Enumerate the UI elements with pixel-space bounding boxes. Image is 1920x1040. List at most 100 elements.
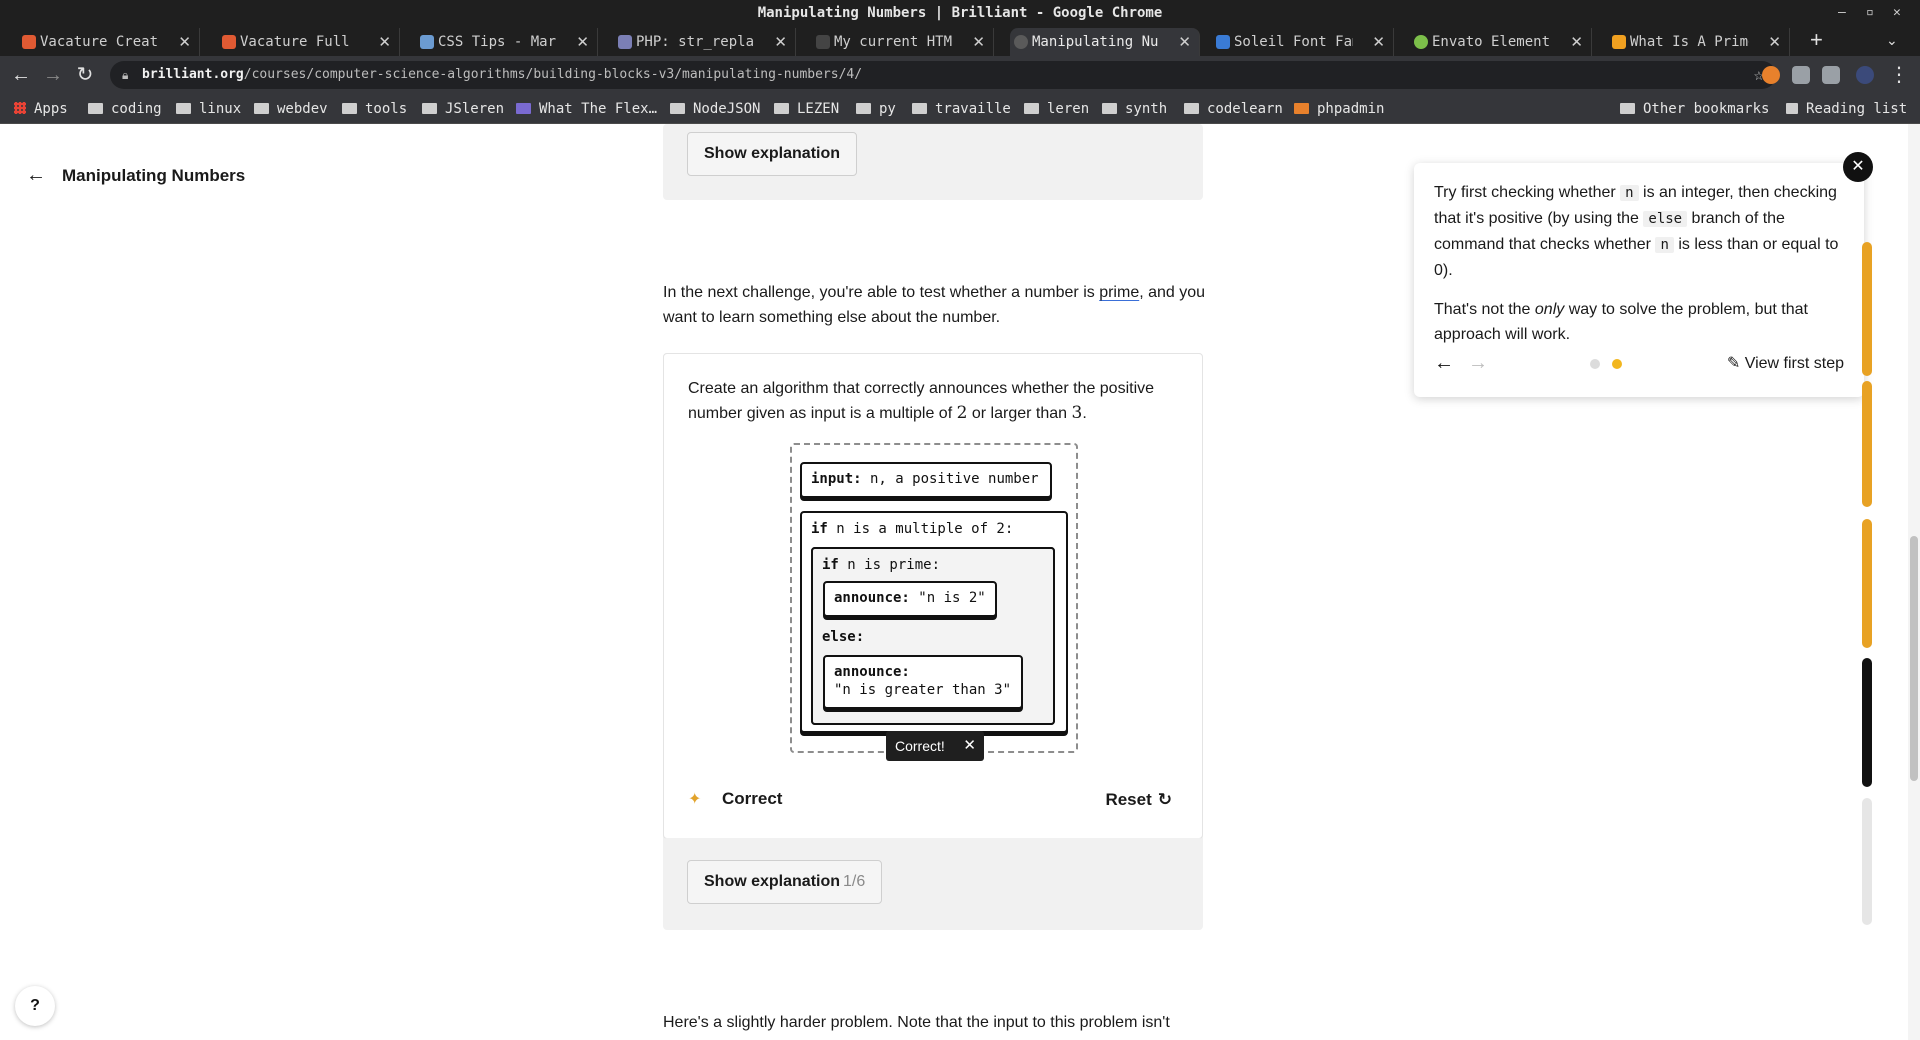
bookmark-synth[interactable]: synth bbox=[1102, 94, 1167, 124]
tab-label: Envato Elements: bbox=[1432, 34, 1551, 50]
address-bar[interactable]: 🔒︎ brilliant.org/courses/computer-scienc… bbox=[110, 61, 1776, 89]
folder-icon bbox=[422, 103, 437, 114]
minimize-button[interactable]: – bbox=[1838, 0, 1846, 26]
reset-button[interactable]: Reset ↻ bbox=[1105, 790, 1172, 810]
view-first-step-button[interactable]: ✎ View first step bbox=[1727, 351, 1844, 376]
reload-icon[interactable]: ↻ bbox=[72, 62, 98, 88]
hint-popover: Try first checking whether n is an integ… bbox=[1414, 163, 1864, 397]
back-arrow-icon[interactable]: ← bbox=[8, 62, 34, 88]
bookmark-label: Reading list bbox=[1806, 101, 1908, 117]
help-button[interactable]: ? bbox=[15, 986, 55, 1026]
tab-close-icon[interactable]: ✕ bbox=[576, 28, 589, 56]
announce-greater-than-3-block[interactable]: announce: "n is greater than 3" bbox=[823, 655, 1023, 709]
tab-manipulating-numbers[interactable]: Manipulating Numb ✕ bbox=[1010, 28, 1200, 56]
toast-close-icon[interactable]: ✕ bbox=[963, 731, 976, 761]
next-hint-arrow-icon[interactable]: → bbox=[1468, 351, 1488, 376]
progress-segment-2[interactable] bbox=[1862, 381, 1872, 507]
tab-vacature-creatie[interactable]: Vacature Creatie ✕ bbox=[18, 28, 200, 56]
chrome-menu-icon[interactable]: ⋮ bbox=[1886, 62, 1912, 88]
close-hint-button[interactable]: ✕ bbox=[1843, 152, 1873, 182]
input-block[interactable]: input: n, a positive number bbox=[800, 462, 1052, 498]
bookmark-codelearn[interactable]: codelearn bbox=[1184, 94, 1283, 124]
bookmark-what-the-flex[interactable]: What The Flex… bbox=[516, 94, 657, 124]
bookmark-travaille[interactable]: travaille bbox=[912, 94, 1011, 124]
close-window-button[interactable]: ✕ bbox=[1893, 0, 1901, 26]
bookmark-tools[interactable]: tools bbox=[342, 94, 407, 124]
bookmark-leren[interactable]: leren bbox=[1024, 94, 1089, 124]
new-tab-button[interactable]: + bbox=[1810, 28, 1823, 52]
bookmarks-bar: Apps coding linux webdev tools JSleren W… bbox=[0, 94, 1920, 124]
progress-segment-1[interactable] bbox=[1862, 242, 1872, 376]
hint-text: That's not the bbox=[1434, 301, 1535, 318]
tab-close-icon[interactable]: ✕ bbox=[178, 28, 191, 56]
previous-hint-arrow-icon[interactable]: ← bbox=[1434, 351, 1454, 376]
problem-text: . bbox=[1082, 405, 1087, 422]
profile-avatar[interactable] bbox=[1856, 66, 1874, 84]
problem-body: Create an algorithm that correctly annou… bbox=[663, 353, 1203, 839]
block-text: n, a positive number bbox=[861, 471, 1039, 487]
extension-icon[interactable] bbox=[1762, 66, 1780, 84]
tab-close-icon[interactable]: ✕ bbox=[378, 28, 391, 56]
math-number: 2 bbox=[956, 403, 968, 423]
show-explanation-button[interactable]: Show explanation bbox=[687, 132, 858, 176]
progress-segment-current[interactable] bbox=[1862, 658, 1872, 787]
folder-icon bbox=[254, 103, 269, 114]
scrollbar-thumb[interactable] bbox=[1910, 536, 1918, 781]
bookmark-linux[interactable]: linux bbox=[176, 94, 241, 124]
code-else: else bbox=[1643, 211, 1688, 227]
tab-close-icon[interactable]: ✕ bbox=[1570, 28, 1583, 56]
tab-php-str-replace[interactable]: PHP: str_replace ✕ bbox=[614, 28, 796, 56]
tab-what-is-a-prime[interactable]: What Is A Prime ✕ bbox=[1608, 28, 1790, 56]
block-keyword: announce: bbox=[834, 590, 910, 606]
tab-envato-elements[interactable]: Envato Elements: ✕ bbox=[1410, 28, 1592, 56]
tab-close-icon[interactable]: ✕ bbox=[1178, 28, 1191, 56]
if-multiple-of-2-block[interactable]: if n is a multiple of 2: if n is prime: … bbox=[800, 511, 1068, 733]
reading-list[interactable]: Reading list bbox=[1786, 94, 1907, 124]
bookmark-apps[interactable]: Apps bbox=[14, 94, 68, 124]
tab-label: Manipulating Numb bbox=[1032, 34, 1159, 50]
maximize-button[interactable]: ▫ bbox=[1866, 0, 1874, 26]
tab-close-icon[interactable]: ✕ bbox=[972, 28, 985, 56]
window-title-bar: Manipulating Numbers | Brilliant - Googl… bbox=[0, 0, 1920, 26]
hint-dot-1[interactable] bbox=[1590, 359, 1600, 369]
bookmark-webdev[interactable]: webdev bbox=[254, 94, 328, 124]
bookmark-label: JSleren bbox=[445, 101, 505, 117]
bookmark-label: synth bbox=[1125, 101, 1168, 117]
bookmark-phpadmin[interactable]: phpadmin bbox=[1294, 94, 1384, 124]
else-label: else: bbox=[822, 629, 865, 645]
page-scrollbar[interactable] bbox=[1908, 124, 1920, 1040]
forward-arrow-icon[interactable]: → bbox=[40, 62, 66, 88]
tab-vacature-full-stack[interactable]: Vacature Full sta ✕ bbox=[218, 28, 400, 56]
course-back-link[interactable]: ← Manipulating Numbers bbox=[26, 164, 245, 187]
tab-label: My current HTML bbox=[834, 34, 953, 50]
bookmark-lezen[interactable]: LEZEN bbox=[774, 94, 839, 124]
progress-segment-5[interactable] bbox=[1862, 798, 1872, 925]
block-text: "n is 2" bbox=[909, 590, 986, 606]
show-explanation-button-2[interactable]: Show explanation 1/6 bbox=[687, 860, 883, 904]
bookmark-py[interactable]: py bbox=[856, 94, 896, 124]
folder-icon bbox=[88, 103, 103, 114]
prime-link[interactable]: prime bbox=[1099, 284, 1139, 301]
hint-dot-2-active[interactable] bbox=[1612, 359, 1622, 369]
tab-close-icon[interactable]: ✕ bbox=[1372, 28, 1385, 56]
if-prime-block[interactable]: if n is prime: announce: "n is 2" else: … bbox=[811, 547, 1055, 725]
bookmark-label: LEZEN bbox=[797, 101, 840, 117]
block-text: n is a multiple of 2: bbox=[827, 521, 1014, 537]
tab-close-icon[interactable]: ✕ bbox=[1768, 28, 1781, 56]
bookmark-other[interactable]: Other bookmarks bbox=[1620, 94, 1769, 124]
bookmark-jsleren[interactable]: JSleren bbox=[422, 94, 504, 124]
lock-icon: 🔒︎ bbox=[122, 68, 129, 82]
bookmark-coding[interactable]: coding bbox=[88, 94, 162, 124]
folder-icon bbox=[176, 103, 191, 114]
tab-close-icon[interactable]: ✕ bbox=[774, 28, 787, 56]
tab-search-icon[interactable]: ⌄ bbox=[1886, 32, 1898, 49]
tab-css-tips[interactable]: CSS Tips - Marko ✕ bbox=[416, 28, 598, 56]
tab-my-current-html[interactable]: My current HTML ✕ bbox=[812, 28, 994, 56]
media-controls-icon[interactable] bbox=[1822, 66, 1840, 84]
bookmark-nodejson[interactable]: NodeJSON bbox=[670, 94, 760, 124]
tab-soleil-font[interactable]: Soleil Font Famil ✕ bbox=[1212, 28, 1394, 56]
announce-n-is-2-block[interactable]: announce: "n is 2" bbox=[823, 581, 997, 617]
next-problem-paragraph: Here's a slightly harder problem. Note t… bbox=[663, 1014, 1170, 1031]
progress-segment-3[interactable] bbox=[1862, 519, 1872, 648]
extensions-puzzle-icon[interactable] bbox=[1792, 66, 1810, 84]
